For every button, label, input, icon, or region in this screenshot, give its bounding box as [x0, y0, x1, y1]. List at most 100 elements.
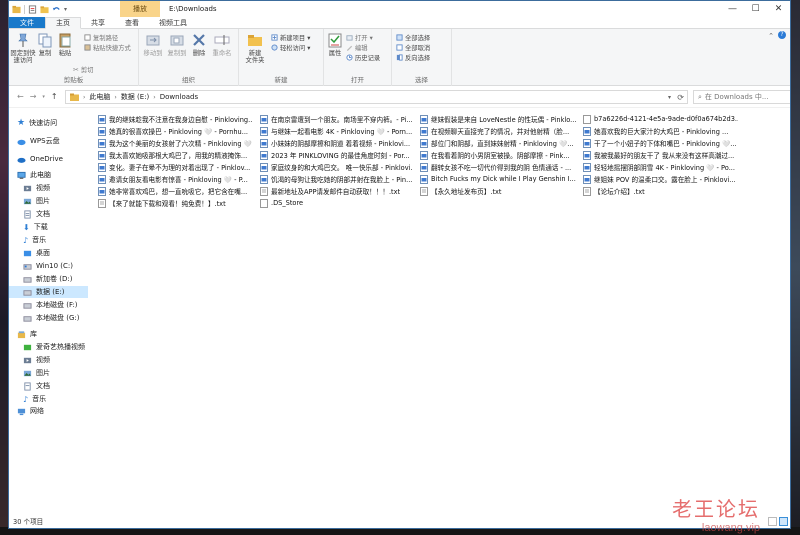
nav-desktop[interactable]: 桌面: [9, 247, 88, 259]
copy-to-button[interactable]: 复制到: [167, 32, 187, 57]
list-item[interactable]: 她非常喜欢鸡巴，想一直吮吸它，把它含在嘴...: [98, 186, 252, 196]
list-item[interactable]: 她真的很喜欢操巴 - Pinkloving 🤍 - Pornhu...: [98, 126, 252, 136]
list-item[interactable]: 干了一个小妞子的下体和嘴巴 - Pinkloving 🤍...: [583, 138, 738, 148]
list-item[interactable]: 2023 年 PINKLOVING 的最佳角度时刻 - Por...: [260, 150, 412, 160]
breadcrumb-drive-e[interactable]: 数据 (E:): [121, 92, 149, 102]
nav-lib-videos[interactable]: 视频: [9, 354, 88, 366]
nav-network[interactable]: 网络: [9, 405, 88, 417]
cut-button[interactable]: ✂ 剪切: [73, 65, 93, 75]
new-item-button[interactable]: 新建项目 ▾: [271, 33, 310, 42]
tab-share[interactable]: 共享: [81, 17, 115, 28]
list-item[interactable]: 我太喜欢她吸那根大鸡巴了，用我的精液掩饰...: [98, 150, 252, 160]
select-none-button[interactable]: 全部取消: [396, 43, 430, 52]
list-view-icon[interactable]: [779, 517, 788, 526]
delete-button[interactable]: 删除: [191, 32, 207, 57]
undo-icon[interactable]: [52, 5, 61, 14]
properties-button[interactable]: 属性: [326, 32, 344, 57]
list-item[interactable]: 在视频聊天直接完了的情况，并对他射精（脸...: [420, 126, 580, 136]
nav-iqiyi-videos[interactable]: 爱奇艺热播视频: [9, 341, 88, 353]
nav-this-pc[interactable]: 此电脑: [9, 169, 88, 181]
list-item[interactable]: .DS_Store: [260, 198, 412, 208]
list-item[interactable]: 我被我最好的朋友干了 我从来没有这样高潮过...: [583, 150, 738, 160]
nav-documents[interactable]: 文档: [9, 208, 88, 220]
nav-onedrive[interactable]: OneDrive: [9, 153, 88, 165]
nav-lib-music[interactable]: ♪ 音乐: [9, 393, 88, 405]
list-item[interactable]: 与继妹一起看电影 4K - Pinkloving 🤍 - Porn...: [260, 126, 412, 136]
nav-drive-e[interactable]: 数据 (E:): [9, 286, 88, 298]
nav-downloads[interactable]: ⬇ 下载: [9, 221, 88, 233]
nav-lib-documents[interactable]: 文档: [9, 380, 88, 392]
recent-dropdown-icon[interactable]: ▾: [42, 94, 45, 100]
list-item[interactable]: 继妹假装是来自 LoveNestle 的性玩偶 - Pinklo...: [420, 114, 580, 124]
paste-shortcut-button[interactable]: 粘贴快捷方式: [84, 43, 131, 52]
move-to-button[interactable]: 移动到: [143, 32, 163, 57]
nav-quick-access[interactable]: ★ 快速访问: [9, 117, 88, 129]
list-item[interactable]: 在南京雷遭到一个朋友。南场里不穿内裤。- Pi...: [260, 114, 412, 124]
open-button[interactable]: 打开 ▾: [346, 33, 373, 42]
nav-drive-c[interactable]: Win10 (C:): [9, 260, 88, 272]
nav-music[interactable]: ♪ 音乐: [9, 234, 88, 246]
quick-access-dropdown-icon[interactable]: ▾: [64, 6, 67, 13]
new-folder-icon[interactable]: [40, 5, 49, 14]
list-item[interactable]: 在我看着阴的小男阴室被操。阴部摩擦 - Pink...: [420, 150, 580, 160]
nav-pictures[interactable]: 图片: [9, 195, 88, 207]
pin-quick-access-button[interactable]: 固定到快 速访问: [10, 32, 36, 64]
list-item[interactable]: Bitch Fucks my Dick while I Play Genshin…: [420, 174, 580, 184]
nav-lib-pictures[interactable]: 图片: [9, 367, 88, 379]
list-item[interactable]: 家庭纹身的和大鸡巴交。 唯一快乐部 - Pinklovi...: [260, 162, 412, 172]
list-item[interactable]: 我为这个美丽的女孩射了六次精 - Pinkloving 🤍: [98, 138, 252, 148]
list-item[interactable]: 最新地址及APP请发邮件自动获取！！！.txt: [260, 186, 412, 196]
list-item[interactable]: 部位门和阴部，直到妹妹射精 - Pinkloving 🤍...: [420, 138, 580, 148]
tab-video-tools[interactable]: 视频工具: [149, 17, 197, 28]
invert-selection-button[interactable]: 反向选择: [396, 53, 430, 62]
forward-arrow-icon[interactable]: →: [30, 92, 37, 101]
list-item[interactable]: 饥渴的母狗让我吃她的阴部并射在我脸上 - Pin...: [260, 174, 412, 184]
list-item[interactable]: 小妹妹的阴部摩擦和阴道 着着视频 - Pinklovi...: [260, 138, 412, 148]
nav-library[interactable]: 库: [9, 328, 88, 340]
breadcrumb-this-pc[interactable]: 此电脑: [89, 92, 110, 102]
list-item[interactable]: 邀请女朋友看电影有惊喜 - Pinkloving 🤍 - P...: [98, 174, 252, 184]
list-item[interactable]: 轻轻地摇摆阴部阴雪 4K - Pinkloving 🤍 - Po...: [583, 162, 738, 172]
chevron-right-icon[interactable]: ›: [114, 94, 116, 101]
copy-path-button[interactable]: 复制路径: [84, 33, 118, 42]
ribbon-collapse-icon[interactable]: ⌃: [768, 32, 774, 40]
nav-drive-f[interactable]: 本地磁盘 (F:): [9, 299, 88, 311]
list-item[interactable]: 变化。妻子在晕不为理的对着出现了 - Pinklov...: [98, 162, 252, 172]
select-all-button[interactable]: 全部选择: [396, 33, 430, 42]
new-folder-button[interactable]: 新建 文件夹: [242, 32, 268, 64]
chevron-down-icon[interactable]: ▾: [668, 94, 671, 101]
minimize-button[interactable]: —: [721, 1, 744, 17]
tab-home[interactable]: 主页: [45, 17, 81, 29]
breadcrumb-downloads[interactable]: Downloads: [160, 93, 198, 101]
details-view-icon[interactable]: [768, 517, 777, 526]
search-box[interactable]: ⌕ 在 Downloads 中...: [693, 90, 790, 104]
edit-button[interactable]: 编辑: [346, 43, 368, 52]
paste-button[interactable]: 粘贴: [57, 32, 73, 57]
tab-view[interactable]: 查看: [115, 17, 149, 28]
list-item[interactable]: 【论坛介绍】.txt: [583, 186, 738, 196]
list-item[interactable]: 【永久地址发布页】.txt: [420, 186, 580, 196]
close-button[interactable]: ✕: [767, 1, 790, 17]
nav-drive-g[interactable]: 本地磁盘 (G:): [9, 312, 88, 324]
tab-file[interactable]: 文件: [9, 17, 45, 28]
up-arrow-icon[interactable]: ↑: [51, 92, 58, 101]
maximize-button[interactable]: ☐: [744, 1, 767, 17]
chevron-right-icon[interactable]: ›: [153, 94, 155, 101]
nav-wps-cloud[interactable]: WPS云盘: [9, 135, 88, 147]
address-bar[interactable]: › 此电脑 › 数据 (E:) › Downloads ▾ ⟳: [65, 90, 688, 104]
nav-videos[interactable]: 视频: [9, 182, 88, 194]
nav-drive-d[interactable]: 新加卷 (D:): [9, 273, 88, 285]
properties-icon[interactable]: [28, 4, 37, 14]
easy-access-button[interactable]: 轻松访问 ▾: [271, 43, 310, 52]
list-item[interactable]: 我的继妹趁我不注意在我身边自慰 - Pinkloving...: [98, 114, 252, 124]
copy-button[interactable]: 复制: [37, 32, 53, 57]
help-icon[interactable]: ?: [778, 31, 786, 39]
history-button[interactable]: 历史记录: [346, 53, 380, 62]
back-arrow-icon[interactable]: ←: [17, 92, 24, 101]
rename-button[interactable]: 重命名: [211, 32, 233, 57]
list-item[interactable]: 她喜欢我的巨大家汁的大鸡巴 - Pinkloving ...: [583, 126, 738, 136]
refresh-icon[interactable]: ⟳: [677, 93, 684, 102]
list-item[interactable]: 【来了就能下载和观看！纯免费！】.txt: [98, 198, 252, 208]
context-tab-play[interactable]: 播放: [120, 1, 160, 17]
list-item[interactable]: 继姐妹 POV 的温柔口交。露在脸上 - Pinklovi...: [583, 174, 738, 184]
